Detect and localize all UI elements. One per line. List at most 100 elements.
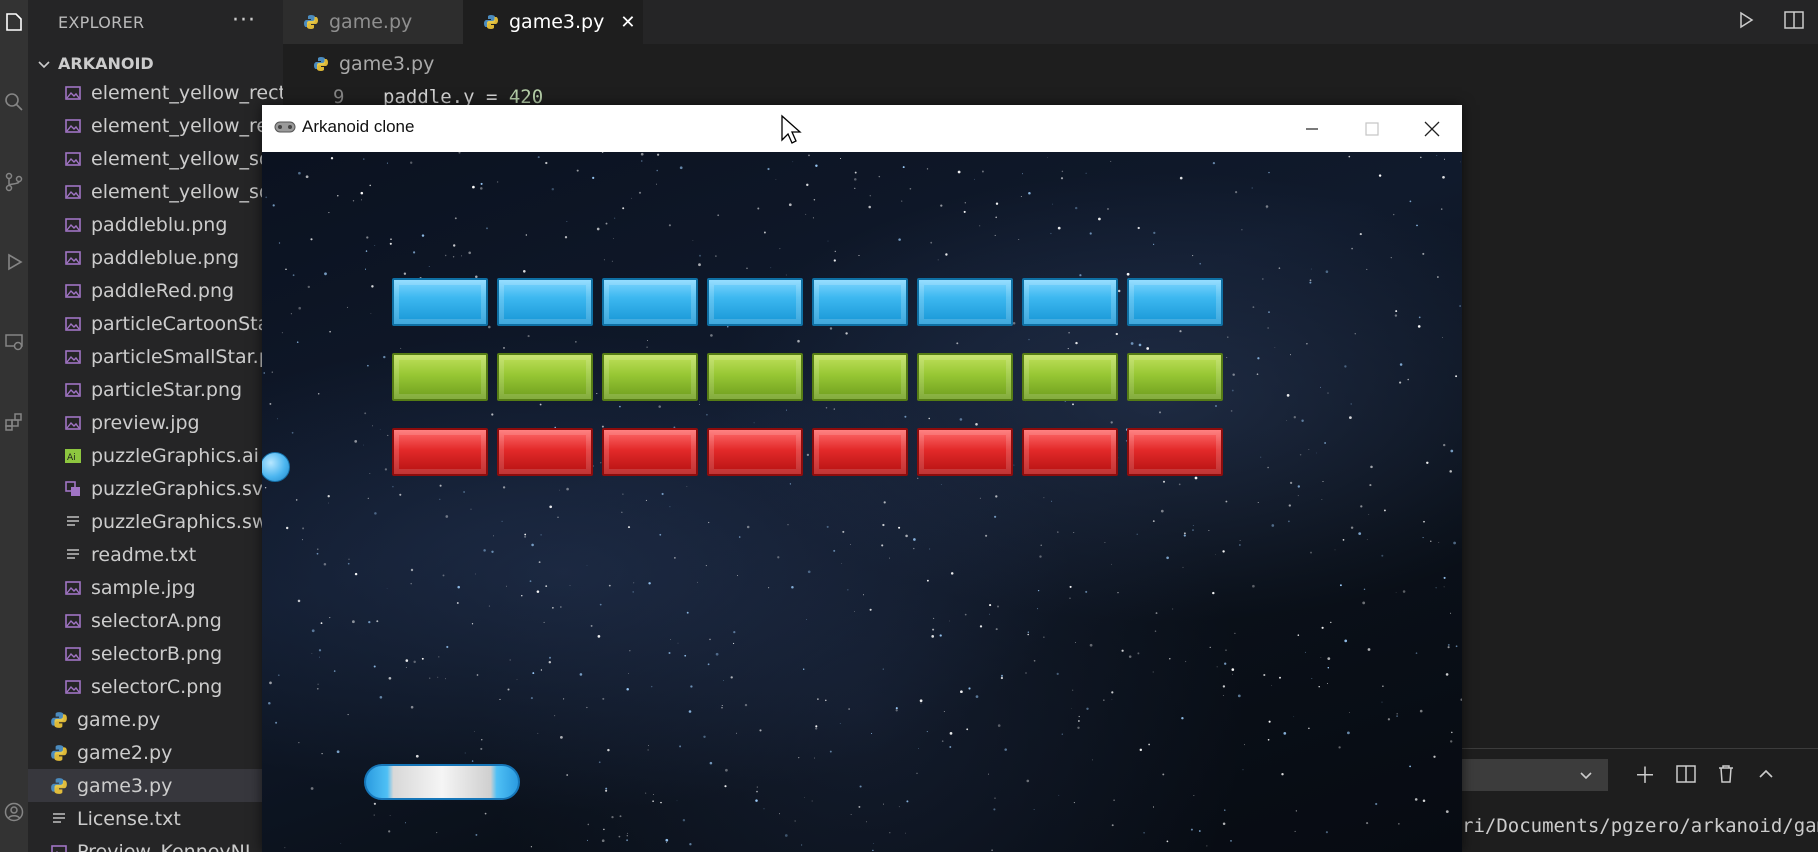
brick-green [497,353,593,401]
brick-red [917,428,1013,476]
svg-file-icon [64,480,82,498]
image-file-icon [64,150,82,168]
image-file-icon [64,315,82,333]
brick-red [392,428,488,476]
image-file-icon [64,414,82,432]
close-tab-icon[interactable]: ✕ [620,12,635,33]
image-file-icon [50,843,68,852]
file-item[interactable]: selectorB.png [28,637,283,670]
file-item[interactable]: paddleblu.png [28,208,283,241]
file-item[interactable]: puzzleGraphics.swf [28,505,283,538]
account-icon[interactable] [0,792,28,832]
paddle [364,764,520,800]
file-item[interactable]: selectorA.png [28,604,283,637]
minimize-button[interactable] [1282,105,1342,152]
game-window: Arkanoid clone [262,105,1462,852]
brick-red [812,428,908,476]
python-file-icon [484,15,498,29]
tab-game-py[interactable]: game.py [283,0,463,44]
file-item[interactable]: game3.py [28,769,283,802]
text-file-icon [50,810,68,828]
file-name: game3.py [77,774,173,797]
chevron-up-icon[interactable] [1753,761,1779,787]
tab-game3-py[interactable]: game3.py ✕ [463,0,643,44]
brick-red [1022,428,1118,476]
file-item[interactable]: readme.txt [28,538,283,571]
game-canvas[interactable] [262,152,1462,852]
breadcrumb[interactable]: game3.py [283,44,1818,84]
maximize-button[interactable] [1342,105,1402,152]
file-item[interactable]: element_yellow_squ [28,142,283,175]
file-item[interactable]: particleSmallStar.pn [28,340,283,373]
run-file-icon[interactable] [1722,11,1770,34]
folder-name: ARKANOID [58,54,154,73]
image-file-icon [64,381,82,399]
file-item[interactable]: Ai puzzleGraphics.ai [28,439,283,472]
file-item[interactable]: element_yellow_squ [28,175,283,208]
file-item[interactable]: element_yellow_rect [28,109,283,142]
split-editor-icon[interactable] [1770,10,1818,34]
file-name: selectorC.png [91,675,223,698]
file-item[interactable]: element_yellow_rect... [28,76,283,109]
mouse-cursor-icon [781,114,802,144]
brick-blue [497,278,593,326]
python-file-icon [314,57,328,71]
python-file-icon [304,15,318,29]
run-debug-icon[interactable] [0,242,28,282]
terminal-selector[interactable] [1462,759,1608,791]
file-name: element_yellow_rect... [91,81,283,104]
file-item[interactable]: particleStar.png [28,373,283,406]
file-item[interactable]: sample.jpg [28,571,283,604]
explorer-icon[interactable] [0,2,28,42]
file-name: preview.jpg [91,411,200,434]
tab-label: game3.py [509,11,605,33]
image-file-icon [64,282,82,300]
file-name: readme.txt [91,543,197,566]
explorer-sidebar: EXPLORER ··· ARKANOID element_yellow_rec… [28,0,283,852]
brick-red [602,428,698,476]
brick-red [497,428,593,476]
file-item[interactable]: game.py [28,703,283,736]
file-name: particleCartoonStar. [91,312,282,335]
file-item[interactable]: particleCartoonStar. [28,307,283,340]
file-item[interactable]: paddleRed.png [28,274,283,307]
editor-tabs: game.py game3.py ✕ [283,0,1818,44]
more-actions-icon[interactable]: ··· [232,8,256,33]
window-titlebar[interactable]: Arkanoid clone [262,105,1462,152]
file-name: paddleblu.png [91,213,228,236]
breadcrumb-file: game3.py [339,53,435,75]
new-terminal-icon[interactable]: ＋ [1632,761,1658,789]
image-file-icon [64,183,82,201]
source-control-icon[interactable] [0,162,28,202]
file-item[interactable]: License.txt [28,802,283,835]
tab-label: game.py [329,11,413,33]
brick-blue [602,278,698,326]
python-file-icon [50,777,68,795]
image-file-icon [64,612,82,630]
file-item[interactable]: Preview_KenneyNL.pn [28,835,283,852]
activity-bar [0,0,28,852]
file-name: puzzleGraphics.svg [91,477,276,500]
file-item[interactable]: selectorC.png [28,670,283,703]
extensions-icon[interactable] [0,402,28,442]
file-name: License.txt [77,807,181,830]
file-item[interactable]: puzzleGraphics.svg [28,472,283,505]
file-item[interactable]: game2.py [28,736,283,769]
file-name: element_yellow_squ [91,147,283,170]
svg-text:Ai: Ai [67,453,76,463]
remote-explorer-icon[interactable] [0,322,28,362]
file-item[interactable]: paddleblue.png [28,241,283,274]
file-name: particleSmallStar.pn [91,345,283,368]
image-file-icon [64,84,82,102]
file-name: selectorA.png [91,609,222,632]
file-name: element_yellow_squ [91,180,283,203]
file-item[interactable]: preview.jpg [28,406,283,439]
search-icon[interactable] [0,82,28,122]
split-terminal-icon[interactable] [1673,761,1699,787]
brick-red [1127,428,1223,476]
brick-green [1022,353,1118,401]
image-file-icon [64,216,82,234]
close-button[interactable] [1402,105,1462,152]
trash-icon[interactable] [1713,761,1739,787]
file-name: game.py [77,708,161,731]
